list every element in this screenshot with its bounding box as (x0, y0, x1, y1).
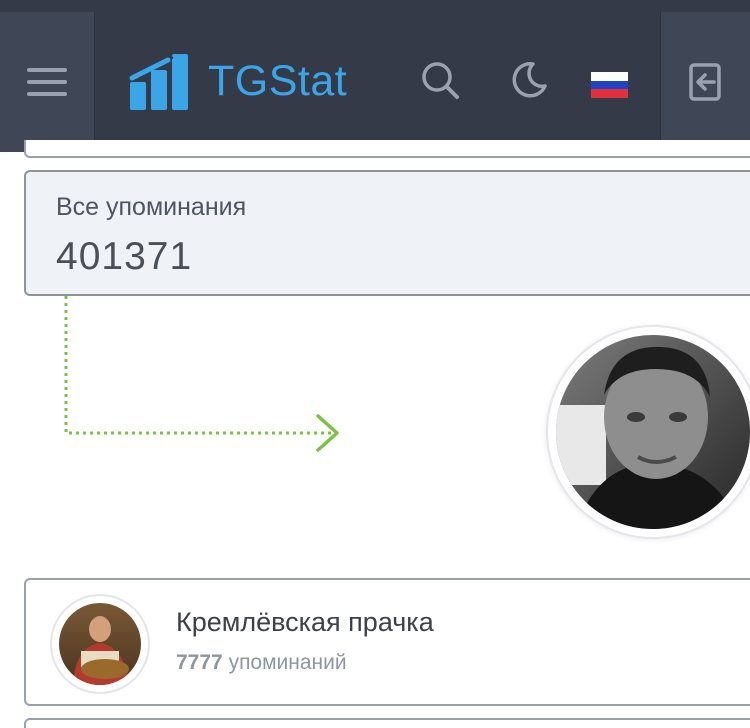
page: TGStat Все упоминания 401371 Кремлёвская… (0, 0, 750, 728)
language-flag-icon[interactable] (591, 72, 628, 98)
mentions-count: 7777 (176, 651, 223, 674)
flag-stripe-red (591, 89, 628, 98)
brand-name[interactable]: TGStat (208, 56, 347, 106)
menu-icon-line (27, 92, 67, 96)
moon-icon[interactable] (506, 58, 550, 102)
login-button[interactable] (660, 12, 750, 152)
channel-list-item[interactable]: Кремлёвская прачка 7777 упоминаний (24, 578, 750, 706)
top-nav-bar: TGStat (0, 0, 750, 152)
tgstat-logo-icon[interactable] (128, 52, 192, 112)
flag-stripe-white (591, 72, 628, 81)
total-mentions-card: Все упоминания 401371 (24, 170, 750, 296)
menu-icon (27, 68, 67, 72)
search-icon[interactable] (418, 58, 462, 102)
total-mentions-label: Все упоминания (56, 193, 247, 221)
channel-avatar-main[interactable] (546, 325, 750, 539)
total-mentions-value: 401371 (56, 235, 193, 278)
previous-card-edge (24, 140, 750, 158)
connector-arrow-icon (64, 296, 339, 452)
menu-icon-line (27, 80, 67, 84)
painting-image (59, 603, 141, 685)
channel-mentions: 7777 упоминаний (176, 650, 347, 676)
channel-name[interactable]: Кремлёвская прачка (176, 606, 434, 638)
next-card-edge (24, 718, 750, 728)
flag-stripe-blue (591, 80, 628, 90)
channel-avatar (50, 594, 150, 694)
portrait-image (556, 335, 750, 529)
mentions-suffix: упоминаний (228, 651, 347, 674)
login-icon (689, 63, 721, 101)
menu-button[interactable] (0, 12, 95, 152)
